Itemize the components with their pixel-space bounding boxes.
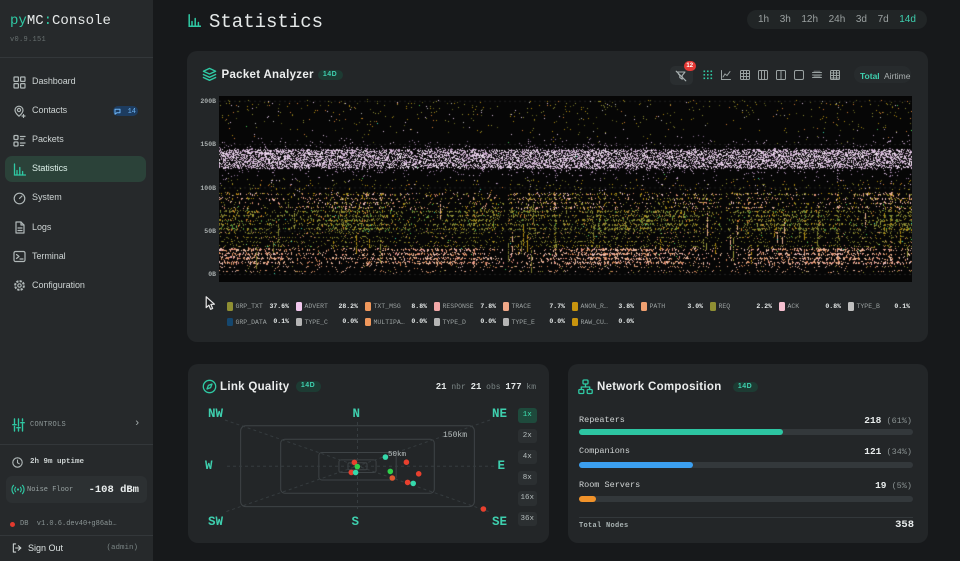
svg-text:150km: 150km (443, 431, 467, 440)
svg-text:50km: 50km (388, 451, 407, 459)
